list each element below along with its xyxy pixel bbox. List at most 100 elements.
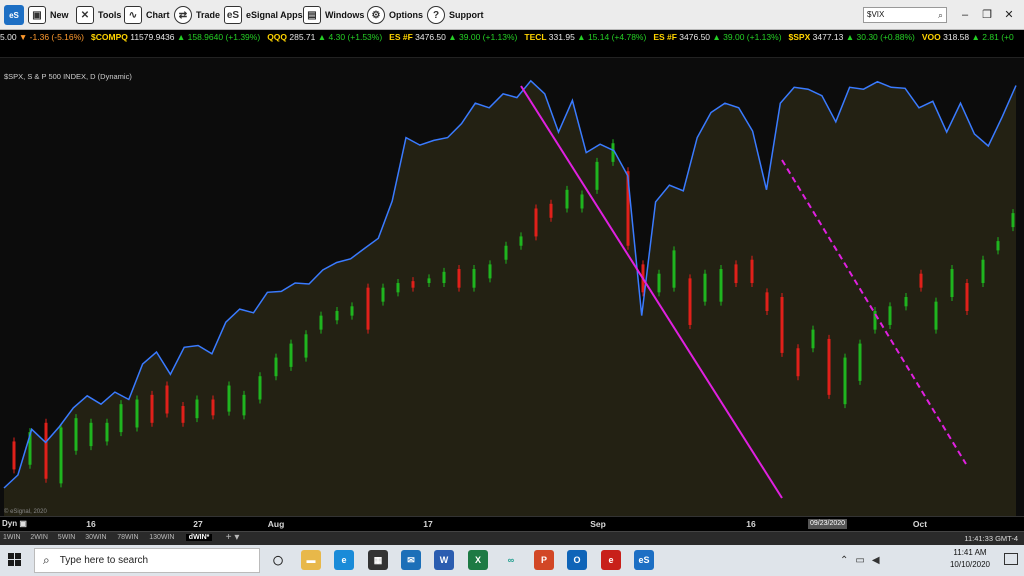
esignal-task-icon[interactable]: eS bbox=[634, 550, 654, 570]
interval-tab-label: 5WIN bbox=[57, 534, 76, 541]
apps-icon: eS bbox=[224, 6, 242, 24]
chart-symbol-label: $SPX, S & P 500 INDEX, D (Dynamic) bbox=[4, 72, 132, 81]
candle-body bbox=[242, 394, 246, 416]
candle-body bbox=[181, 406, 185, 423]
file-explorer-icon[interactable]: ▬ bbox=[301, 550, 321, 570]
options-label: Options bbox=[389, 10, 423, 20]
candle-body bbox=[719, 269, 723, 302]
outlook-icon[interactable]: O bbox=[567, 550, 587, 570]
candle-body bbox=[319, 315, 323, 330]
ticker-chg: ▲ 39.00 (+1.13%) bbox=[712, 32, 782, 42]
candle-body bbox=[427, 278, 431, 284]
interval-tab[interactable]: 30WIN bbox=[85, 534, 106, 541]
esignal-logo-icon[interactable]: eS bbox=[4, 5, 24, 25]
interval-tab[interactable]: 2WIN bbox=[30, 534, 48, 541]
candle-body bbox=[211, 399, 215, 416]
x-tick-label: Oct bbox=[912, 519, 928, 529]
interval-tab[interactable]: 130WIN bbox=[149, 534, 174, 541]
x-tick-label: 16 bbox=[86, 519, 96, 529]
add-tab-icon[interactable]: + ▾ bbox=[226, 532, 240, 543]
ticker-item[interactable]: 5.00 ▼ -1.36 (-5.16%) bbox=[0, 30, 84, 44]
taskbar-clock[interactable]: 11:41 AM 10/10/2020 bbox=[945, 547, 995, 571]
interval-bar: 11:41:33 GMT-4 1WIN 2WIN 5WIN 30WIN 78WIN 130… bbox=[0, 531, 1024, 545]
ticker-last: 3476.50 bbox=[415, 32, 449, 42]
ticker-chg: ▲ 158.9640 (+1.39%) bbox=[176, 32, 261, 42]
close-icon[interactable]: ✕ bbox=[1000, 6, 1018, 24]
link-icon[interactable]: ∞ bbox=[501, 550, 521, 570]
word-icon[interactable]: W bbox=[434, 550, 454, 570]
taskbar-date: 10/10/2020 bbox=[949, 560, 991, 569]
notification-icon[interactable] bbox=[1004, 553, 1018, 565]
chart-panel[interactable] bbox=[0, 58, 1024, 517]
ticker-item[interactable]: ES #F 3476.50 ▲ 39.00 (+1.13%) bbox=[389, 30, 517, 44]
trade-button[interactable]: ⇄ Trade bbox=[174, 4, 220, 26]
ticker-chg: ▲ 15.14 (+4.78%) bbox=[577, 32, 647, 42]
x-tick-label: 27 bbox=[193, 519, 203, 529]
candle-body bbox=[457, 269, 461, 288]
volume-icon[interactable]: ◀ bbox=[872, 555, 880, 566]
candle-body bbox=[888, 306, 892, 325]
search-icon: ⌕ bbox=[43, 553, 50, 567]
esignal-apps-button[interactable]: eS eSignal Apps bbox=[224, 4, 303, 26]
ticker-item[interactable]: $SPX 3477.13 ▲ 30.30 (+0.88%) bbox=[789, 30, 915, 44]
ticker-last: 3476.50 bbox=[679, 32, 713, 42]
interval-tab[interactable]: 1WIN bbox=[3, 534, 21, 541]
options-button[interactable]: ⚙ Options bbox=[367, 4, 423, 26]
ticker-last: 331.95 bbox=[548, 32, 578, 42]
candle-body bbox=[119, 404, 123, 433]
windows-taskbar: ⌕ Type here to search ◯ ▬ e ▦ ✉ W X ∞ P Oe eS ⌃ ▭ … bbox=[0, 545, 1024, 576]
taskbar-search-input[interactable]: ⌕ Type here to search bbox=[34, 548, 260, 573]
ticker-chg: ▲ 30.30 (+0.88%) bbox=[845, 32, 915, 42]
ticker-sym: VOO bbox=[921, 32, 944, 42]
candle-body bbox=[472, 269, 476, 288]
ticker-chg: ▲ 4.30 (+1.53%) bbox=[317, 32, 383, 42]
excel-icon[interactable]: X bbox=[468, 550, 488, 570]
store-icon[interactable]: ▦ bbox=[368, 550, 388, 570]
symbol-search-input[interactable]: $VIX ⌕ bbox=[863, 7, 947, 23]
candle-body bbox=[611, 143, 615, 162]
windows-start-icon[interactable] bbox=[8, 553, 22, 567]
ticker-item[interactable]: $COMPQ 11579.9436 ▲ 158.9640 (+1.39%) bbox=[91, 30, 260, 44]
edge-icon[interactable]: e bbox=[334, 550, 354, 570]
taskbar-time: 11:41 AM bbox=[953, 548, 987, 557]
network-icon[interactable]: ▭ bbox=[855, 555, 864, 566]
app-red-icon[interactable]: e bbox=[601, 550, 621, 570]
chevron-up-icon[interactable]: ⌃ bbox=[840, 555, 848, 566]
ticker-item[interactable]: QQQ 285.71 ▲ 4.30 (+1.53%) bbox=[267, 30, 382, 44]
windows-label: Windows bbox=[325, 10, 365, 20]
powerpoint-icon[interactable]: P bbox=[534, 550, 554, 570]
interval-tab-label: 130WIN bbox=[149, 534, 175, 541]
candle-body bbox=[335, 310, 339, 321]
candle-body bbox=[549, 203, 553, 218]
dyn-label: Dyn bbox=[2, 519, 18, 528]
interval-tab[interactable]: 78WIN bbox=[117, 534, 138, 541]
chart-label: Chart bbox=[146, 10, 170, 20]
minimize-icon[interactable]: – bbox=[956, 6, 974, 24]
interval-tab[interactable]: dWIN* bbox=[185, 534, 213, 541]
ticker-item[interactable]: VOO 318.58 ▲ 2.81 (+0 bbox=[922, 30, 1014, 44]
ticker-item[interactable]: TECL 331.95 ▲ 15.14 (+4.78%) bbox=[524, 30, 646, 44]
ticker-item[interactable]: ES #F 3476.50 ▲ 39.00 (+1.13%) bbox=[653, 30, 781, 44]
new-button[interactable]: ▣ New bbox=[28, 4, 69, 26]
interval-tab[interactable]: 5WIN bbox=[58, 534, 76, 541]
search-icon[interactable]: ⌕ bbox=[938, 10, 943, 21]
x-tick-label: 16 bbox=[746, 519, 756, 529]
windows-button[interactable]: ▤ Windows bbox=[303, 4, 364, 26]
restore-icon[interactable]: ❐ bbox=[978, 6, 996, 24]
candle-body bbox=[580, 194, 584, 209]
candle-body bbox=[274, 357, 278, 377]
tools-button[interactable]: ✕ Tools bbox=[76, 4, 121, 26]
chart-button[interactable]: ∿ Chart bbox=[124, 4, 170, 26]
ticker-sym: TECL bbox=[524, 32, 549, 42]
candle-body bbox=[703, 273, 707, 302]
support-button[interactable]: ? Support bbox=[427, 4, 484, 26]
dynamic-scale-toggle[interactable]: Dyn ▣ bbox=[2, 519, 27, 528]
mail-icon[interactable]: ✉ bbox=[401, 550, 421, 570]
ticker-chg: ▲ 39.00 (+1.13%) bbox=[448, 32, 518, 42]
esignal-apps-label: eSignal Apps bbox=[246, 10, 303, 20]
candle-body bbox=[534, 208, 538, 237]
candle-body bbox=[44, 422, 48, 479]
interval-tab-label: 78WIN bbox=[117, 534, 139, 541]
task-view-icon[interactable]: ◯ bbox=[268, 550, 288, 570]
chart-header-strip bbox=[0, 44, 1024, 58]
